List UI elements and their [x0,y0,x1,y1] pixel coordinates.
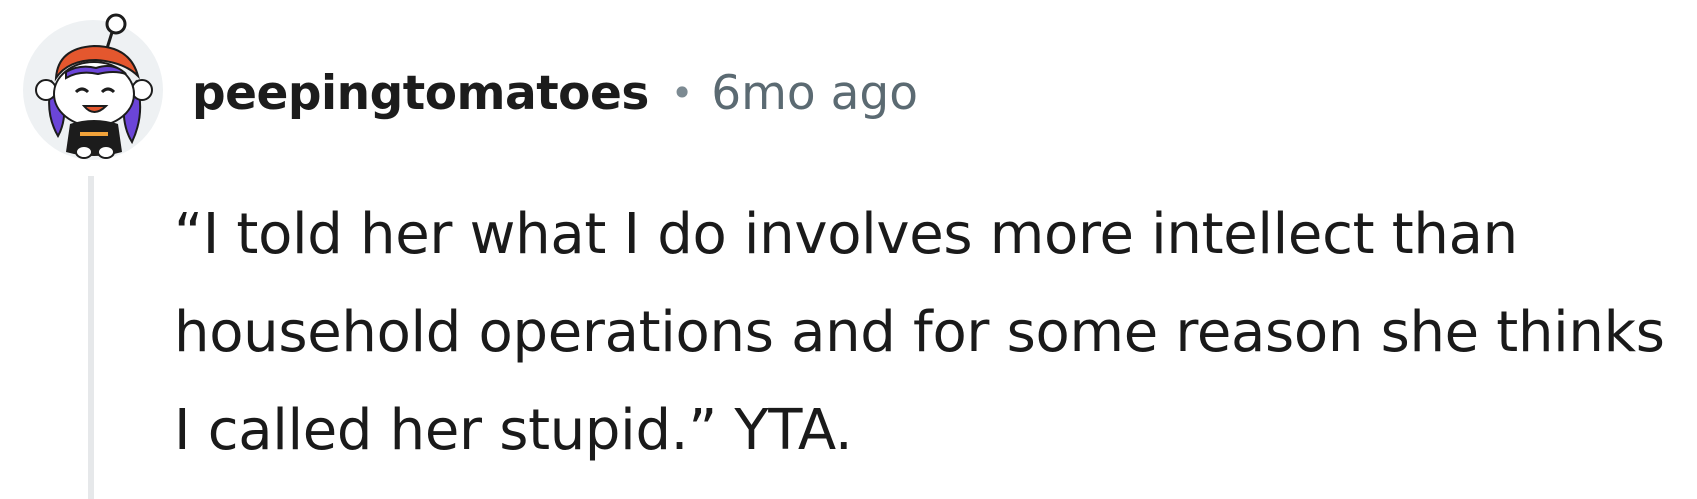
thread-line[interactable] [88,176,94,499]
comment-body: “I told her what I do involves more inte… [174,202,1665,463]
timestamp[interactable]: 6mo ago [711,66,918,121]
username-link[interactable]: peepingtomatoes [192,66,649,121]
user-avatar[interactable] [18,12,168,162]
separator-dot: • [670,71,694,115]
comment: peepingtomatoes • 6mo ago “I told her wh… [0,0,1697,499]
comment-meta: peepingtomatoes • 6mo ago [192,58,918,128]
